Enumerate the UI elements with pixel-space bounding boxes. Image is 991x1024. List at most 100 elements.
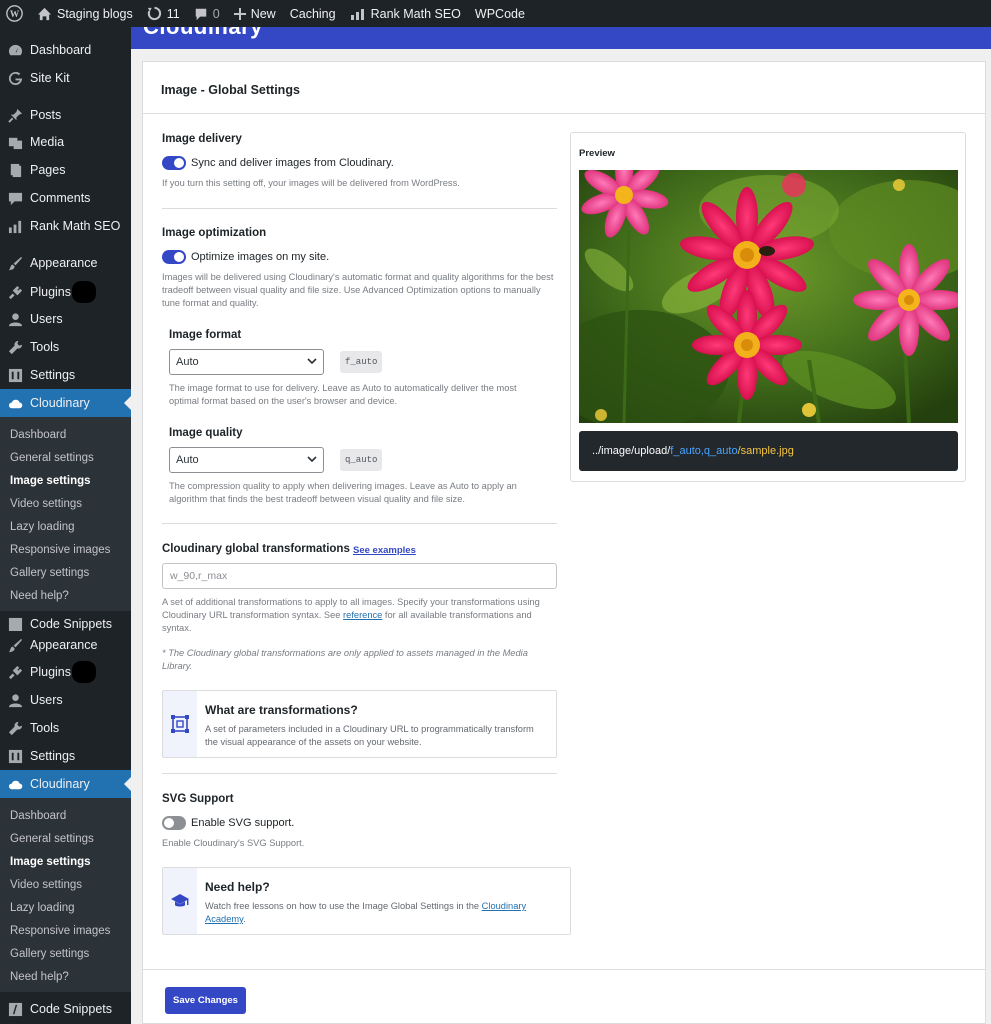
- image-optimization-description: Images will be delivered using Cloudinar…: [162, 272, 554, 308]
- submenu-general-settings[interactable]: General settings: [10, 448, 94, 468]
- image-optimization-toggle[interactable]: [162, 250, 186, 264]
- comments-link[interactable]: 0: [187, 0, 227, 27]
- svg-support-heading: SVG Support: [162, 793, 234, 805]
- menu-cloudinary-2[interactable]: Cloudinary: [0, 770, 131, 798]
- code-snippets-icon: [8, 617, 22, 631]
- what-card-title: What are transformations?: [205, 703, 358, 717]
- wpcode-label: WPCode: [474, 6, 525, 21]
- svg-support-toggle[interactable]: [162, 816, 186, 830]
- see-examples-link[interactable]: See examples: [353, 545, 416, 556]
- plug-icon: [8, 285, 22, 299]
- image-format-value: Auto: [176, 356, 199, 368]
- menu-pages[interactable]: Pages: [0, 156, 131, 184]
- menu-users-label: Users: [30, 312, 63, 326]
- image-delivery-description: If you turn this setting off, your image…: [162, 178, 460, 188]
- menu-code-snippets[interactable]: Code Snippets: [0, 995, 131, 1023]
- preview-box: Preview ../image/upload/f_auto,q_auto/sa…: [570, 132, 966, 482]
- menu-cloudinary-label: Cloudinary: [30, 396, 90, 410]
- page-title: Image - Global Settings: [161, 83, 300, 97]
- chevron-down-icon: [307, 358, 317, 365]
- submenu-image-settings-2[interactable]: Image settings: [10, 852, 91, 872]
- menu-plugins[interactable]: Plugins: [0, 278, 131, 306]
- help-card-text-pre: Watch free lessons on how to use the Ima…: [205, 901, 480, 911]
- menu-posts[interactable]: Posts: [0, 101, 131, 129]
- panel-header: Image - Global Settings: [143, 62, 985, 114]
- updates-count: 11: [166, 6, 180, 21]
- image-format-select[interactable]: Auto: [169, 349, 324, 375]
- submenu-gallery-settings-2[interactable]: Gallery settings: [10, 944, 89, 964]
- menu-code-snippets-partial[interactable]: Code Snippets: [0, 617, 131, 631]
- caching-link[interactable]: Caching: [283, 0, 343, 27]
- help-card-title: Need help?: [205, 880, 270, 894]
- comments-icon: [8, 192, 22, 205]
- menu-code-snippets-partial-label: Code Snippets: [30, 617, 113, 631]
- submenu-gallery-settings[interactable]: Gallery settings: [10, 563, 89, 583]
- need-help-card: Need help? Watch free lessons on how to …: [162, 867, 571, 935]
- image-quality-value: Auto: [176, 454, 199, 466]
- menu-tools-2[interactable]: Tools: [0, 714, 131, 742]
- menu-settings[interactable]: Settings: [0, 361, 131, 389]
- user-icon: [8, 312, 22, 326]
- image-delivery-toggle-label: Sync and deliver images from Cloudinary.: [191, 157, 394, 169]
- transform-crop-icon: [171, 715, 189, 733]
- wp-logo-button[interactable]: W: [0, 0, 30, 27]
- paintbrush-icon: [8, 638, 22, 652]
- redacted-badge: [72, 661, 96, 683]
- menu-tools[interactable]: Tools: [0, 333, 131, 361]
- rankmath-link[interactable]: Rank Math SEO: [343, 0, 468, 27]
- submenu-dashboard[interactable]: Dashboard: [10, 425, 66, 445]
- submenu-dashboard-2[interactable]: Dashboard: [10, 806, 66, 826]
- menu-appearance-label: Appearance: [30, 256, 98, 270]
- settings-sliders-icon: [8, 368, 22, 382]
- divider: [162, 523, 557, 524]
- menu-rankmath[interactable]: Rank Math SEO: [0, 212, 131, 240]
- divider: [162, 773, 557, 774]
- submenu-responsive-images-2[interactable]: Responsive images: [10, 921, 110, 941]
- image-quality-code: q_auto: [340, 449, 383, 471]
- admin-sidebar: Dashboard Site Kit Posts Media Pages Com…: [0, 27, 131, 1024]
- submenu-image-settings[interactable]: Image settings: [10, 471, 91, 491]
- global-transformations-input[interactable]: w_90,r_max: [162, 563, 557, 589]
- cloud-icon: [8, 399, 22, 408]
- updates-icon: [147, 6, 161, 21]
- divider: [162, 208, 557, 209]
- wpcode-link[interactable]: WPCode: [468, 0, 532, 27]
- menu-cloudinary[interactable]: Cloudinary: [0, 389, 131, 417]
- menu-dashboard[interactable]: Dashboard: [0, 36, 131, 64]
- submenu-video-settings[interactable]: Video settings: [10, 494, 82, 514]
- dashboard-icon: [8, 44, 22, 55]
- submenu-lazy-loading[interactable]: Lazy loading: [10, 517, 75, 537]
- menu-comments[interactable]: Comments: [0, 184, 131, 212]
- menu-plugins-2[interactable]: Plugins: [0, 658, 131, 686]
- submenu-need-help-2[interactable]: Need help?: [10, 967, 69, 987]
- menu-media[interactable]: Media: [0, 128, 131, 156]
- image-delivery-toggle[interactable]: [162, 156, 186, 170]
- menu-plugins-label: Plugins: [30, 285, 71, 299]
- svg-text:W: W: [10, 10, 20, 20]
- rankmath-label: Rank Math SEO: [370, 6, 461, 21]
- image-delivery-heading: Image delivery: [162, 133, 242, 145]
- menu-users[interactable]: Users: [0, 305, 131, 333]
- submenu-lazy-loading-2[interactable]: Lazy loading: [10, 898, 75, 918]
- site-name-link[interactable]: Staging blogs: [30, 0, 140, 27]
- menu-appearance[interactable]: Appearance: [0, 249, 131, 277]
- save-changes-button[interactable]: Save Changes: [165, 987, 246, 1014]
- menu-users-2[interactable]: Users: [0, 686, 131, 714]
- submenu-need-help[interactable]: Need help?: [10, 586, 69, 606]
- image-quality-select[interactable]: Auto: [169, 447, 324, 473]
- reference-link[interactable]: reference: [343, 610, 382, 620]
- submenu-responsive-images[interactable]: Responsive images: [10, 540, 110, 560]
- menu-appearance-2[interactable]: Appearance: [0, 631, 131, 659]
- menu-settings-2[interactable]: Settings: [0, 742, 131, 770]
- plus-icon: [233, 7, 246, 20]
- submenu-general-settings-2[interactable]: General settings: [10, 829, 94, 849]
- menu-sitekit[interactable]: Site Kit: [0, 64, 131, 92]
- code-snippets-icon: [8, 1002, 22, 1016]
- menu-code-snippets-label: Code Snippets: [30, 1002, 113, 1016]
- menu-media-label: Media: [30, 135, 65, 149]
- updates-link[interactable]: 11: [140, 0, 187, 27]
- new-content-link[interactable]: New: [227, 0, 283, 27]
- submenu-video-settings-2[interactable]: Video settings: [10, 875, 82, 895]
- comment-icon: [195, 8, 206, 20]
- user-icon: [8, 693, 22, 707]
